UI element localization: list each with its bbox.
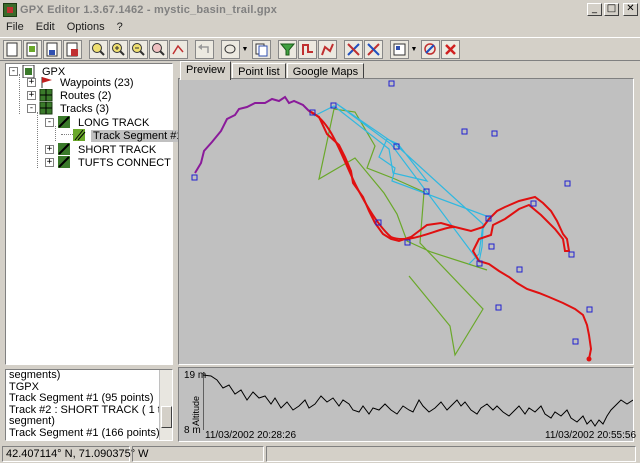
tree-node-short-track[interactable]: + SHORT TRACK [45,143,158,156]
filter-icon[interactable] [278,39,297,59]
waypoint-marker[interactable] [461,128,468,135]
map-canvas[interactable] [179,79,633,364]
toolbar: ▼ ▼ [0,37,640,61]
select-icon[interactable] [252,39,271,59]
expand-icon[interactable]: + [45,145,54,154]
move-icon[interactable] [390,39,409,59]
tree-label-tracks: Tracks (3) [60,102,110,115]
track-red [308,110,593,360]
track-end-marker [586,356,592,362]
waypoint-marker[interactable] [491,130,498,137]
tab-preview[interactable]: Preview [180,61,232,80]
view-tabs: Preview Point list Google Maps [180,61,365,80]
waypoint-flag-icon [39,76,55,89]
zoom-out-icon[interactable] [129,39,148,59]
title-bar: GPX Editor 1.3.67.1462 - mystic_basin_tr… [0,0,640,20]
altitude-chart [203,372,633,430]
waypoint-marker[interactable] [572,338,579,345]
delete-icon[interactable] [441,39,460,59]
collapse-icon[interactable]: - [27,104,36,113]
waypoint-marker[interactable] [191,174,198,181]
menu-options[interactable]: Options [61,20,111,36]
waypoint-marker[interactable] [488,243,495,250]
tree-label-routes: Routes (2) [60,89,112,102]
move-dropdown-icon[interactable]: ▼ [410,40,418,59]
tree-node-waypoints[interactable]: + Waypoints (23) [27,76,136,89]
waypoint-marker[interactable] [586,306,593,313]
waypoint-marker[interactable] [495,304,502,311]
status-cell-empty [266,446,636,462]
segment-icon [72,129,88,142]
zoom-fit-icon[interactable] [89,39,108,59]
open-file-icon[interactable] [23,39,42,59]
track-red-loop [308,110,456,240]
zoom-region-icon[interactable] [149,39,168,59]
waypoint-marker[interactable] [516,266,523,273]
altitude-line [203,374,633,427]
app-icon [3,3,17,17]
maximize-button[interactable]: □ [604,3,619,16]
measure-icon[interactable] [169,39,188,59]
waypoint-marker[interactable] [388,80,395,87]
save-file-icon[interactable] [43,39,62,59]
expand-icon[interactable]: + [45,158,54,167]
map-preview[interactable] [178,78,634,365]
tree-node-routes[interactable]: + Routes (2) [27,88,113,102]
track-purple [194,95,310,174]
expand-icon[interactable]: + [27,91,36,100]
waypoint-markers [191,80,593,345]
log-panel[interactable]: segments) TGPX Track Segment #1 (95 poin… [5,369,173,441]
insert-point-icon[interactable] [318,39,337,59]
undo-icon[interactable] [195,39,214,59]
altitude-min-label: 8 m [184,425,201,436]
minimize-button[interactable]: _ [587,3,602,16]
route-grid-icon [39,88,55,102]
merge-icon[interactable] [364,39,383,59]
status-cell-empty [132,446,264,462]
tree-node-long-track[interactable]: - LONG TRACK [45,116,151,129]
menu-file[interactable]: File [0,20,30,36]
collapse-icon[interactable]: - [9,67,18,76]
log-scrollbar[interactable] [159,370,172,440]
track-icon [57,116,73,129]
close-button[interactable]: ✕ [623,3,638,16]
tree-label-short-track: SHORT TRACK [78,143,157,156]
track-icon [57,143,73,156]
track-icon [57,156,73,169]
add-point-icon[interactable] [298,39,317,59]
collapse-icon[interactable]: - [45,118,54,127]
tree-node-segment[interactable]: Track Segment #1 [72,129,185,142]
tree-label-tufts-connect: TUFTS CONNECT [78,156,171,169]
route-mode-dropdown-icon[interactable]: ▼ [241,40,249,59]
new-file-icon[interactable] [3,39,22,59]
menu-bar: File Edit Options ? [0,20,640,36]
log-line: segments) [9,369,61,381]
tree-label-segment: Track Segment #1 [91,129,185,142]
waypoint-marker[interactable] [568,251,575,258]
status-coordinates: 42.407114° N, 71.090375° W [2,446,149,462]
window-title: GPX Editor 1.3.67.1462 - mystic_basin_tr… [20,4,278,16]
tree-node-tufts-connect[interactable]: + TUFTS CONNECT [45,156,173,169]
waypoint-marker[interactable] [564,180,571,187]
route-mode-icon[interactable] [221,39,240,59]
zoom-in-icon[interactable] [109,39,128,59]
altitude-axis-label: Altitude [191,395,201,426]
remove-icon[interactable] [421,39,440,59]
waypoint-marker[interactable] [530,200,537,207]
route-green [318,108,488,357]
menu-help[interactable]: ? [111,20,129,36]
altitude-profile: 19 m 8 m Altitude 11/03/2002 20:28:26 11… [178,367,636,442]
tree-label-waypoints: Waypoints (23) [60,76,134,89]
gpx-tree: - GPX + Waypoints (23) + Routes (2) - Tr… [5,63,185,365]
tree-node-tracks[interactable]: - Tracks (3) [27,101,111,115]
status-bar: 42.407114° N, 71.090375° W [0,444,640,463]
split-icon[interactable] [344,39,363,59]
track-grid-icon [39,101,55,115]
expand-icon[interactable]: + [27,78,36,87]
log-line: Track Segment #1 (166 points) [9,426,160,439]
log-scrollbar-thumb[interactable] [161,406,172,428]
menu-edit[interactable]: Edit [30,20,61,36]
tree-label-long-track: LONG TRACK [78,116,150,129]
save-as-icon[interactable] [63,39,82,59]
